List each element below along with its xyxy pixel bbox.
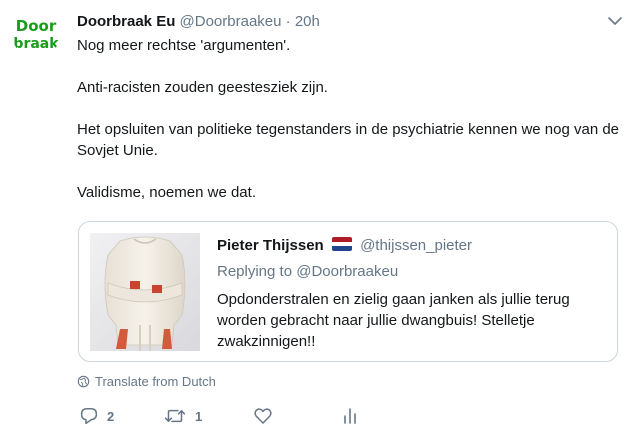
author-handle[interactable]: @Doorbraakeu bbox=[180, 13, 282, 30]
globe-icon bbox=[77, 375, 90, 388]
replying-to-label: Replying to bbox=[217, 263, 293, 280]
author-avatar[interactable]: Door braak bbox=[12, 10, 60, 58]
tweet-paragraph: Nog meer rechtse 'argumenten'. bbox=[77, 37, 291, 54]
retweet-button[interactable]: 1 bbox=[163, 404, 202, 428]
more-options-chevron-down-icon[interactable] bbox=[604, 12, 626, 30]
replying-to-handle[interactable]: @Doorbraakeu bbox=[296, 263, 398, 280]
bar-chart-icon bbox=[344, 408, 356, 424]
svg-text:braak: braak bbox=[13, 36, 59, 52]
translate-label: Translate from Dutch bbox=[95, 374, 216, 389]
quoted-author-handle[interactable]: @thijssen_pieter bbox=[360, 237, 472, 254]
doorbraak-logo: Door braak bbox=[12, 10, 60, 58]
translate-link[interactable]: Translate from Dutch bbox=[77, 374, 216, 390]
straitjacket-photo bbox=[90, 233, 200, 351]
reply-icon bbox=[80, 408, 98, 425]
analytics-button[interactable] bbox=[342, 404, 358, 428]
reply-count: 2 bbox=[107, 408, 115, 424]
tweet-paragraph: Anti-racisten zouden geestesziek zijn. bbox=[77, 79, 328, 96]
tweet-header: Doorbraak Eu @Doorbraakeu · 20h bbox=[77, 12, 320, 32]
retweet-icon bbox=[164, 409, 186, 423]
tweet-timestamp[interactable]: 20h bbox=[295, 13, 320, 30]
quoted-tweet-image[interactable] bbox=[90, 233, 200, 351]
quoted-author-name[interactable]: Pieter Thijssen bbox=[217, 237, 324, 254]
author-name[interactable]: Doorbraak Eu bbox=[77, 13, 175, 30]
retweet-count: 1 bbox=[195, 408, 203, 424]
header-separator: · bbox=[285, 13, 291, 30]
tweet-text: Nog meer rechtse 'argumenten'. Anti-raci… bbox=[77, 35, 632, 224]
like-button[interactable] bbox=[253, 404, 281, 428]
tweet-paragraph: Validisme, noemen we dat. bbox=[77, 184, 256, 201]
svg-text:Door: Door bbox=[16, 17, 57, 35]
quoted-tweet[interactable]: Pieter Thijssen @thijssen_pieter Replyin… bbox=[78, 221, 618, 362]
quoted-replying-to: Replying to @Doorbraakeu bbox=[217, 262, 398, 282]
tweet[interactable]: Door braak Doorbraak Eu @Doorbraakeu · 2… bbox=[0, 0, 641, 434]
quoted-tweet-text: Opdonderstralen en zielig gaan janken al… bbox=[217, 291, 570, 350]
quoted-tweet-header: Pieter Thijssen @thijssen_pieter bbox=[217, 236, 472, 256]
tweet-actions: 2 1 bbox=[77, 404, 377, 428]
tweet-paragraph: Het opsluiten van politieke tegenstander… bbox=[77, 121, 620, 159]
reply-button[interactable]: 2 bbox=[79, 404, 114, 428]
netherlands-flag-icon bbox=[331, 237, 352, 251]
heart-icon bbox=[254, 408, 272, 424]
